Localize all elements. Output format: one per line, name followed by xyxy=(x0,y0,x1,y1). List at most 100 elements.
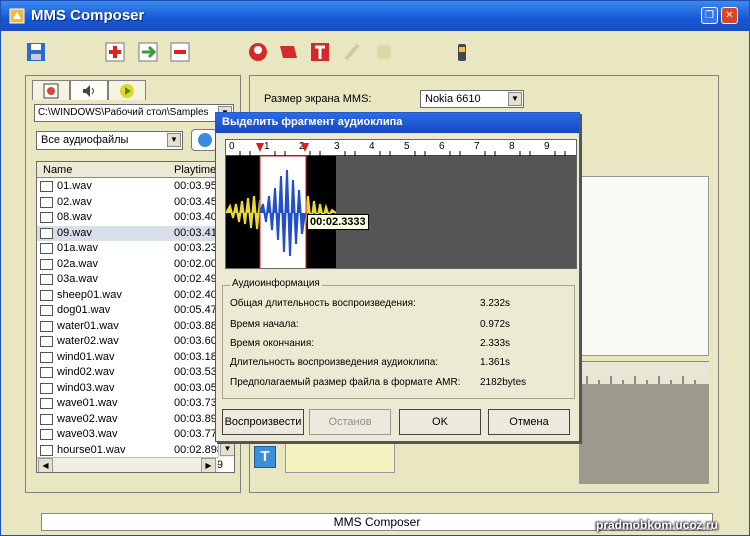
file-name: wave03.wav xyxy=(57,428,118,440)
file-playtime: 00:03.89 xyxy=(174,412,217,425)
wave-file-icon xyxy=(40,351,53,363)
ok-button[interactable]: OK xyxy=(399,409,481,435)
file-row[interactable]: wave03.wav 00:03.77 xyxy=(37,427,218,443)
text-tool-button[interactable]: T xyxy=(254,446,276,468)
info-value-start: 0.972s xyxy=(480,319,511,330)
file-row[interactable]: wind01.wav 00:03.18 xyxy=(37,350,218,366)
file-row[interactable]: 08.wav 00:03.40 xyxy=(37,210,218,226)
tab-audio[interactable] xyxy=(70,80,108,100)
file-playtime: 00:03.05 xyxy=(174,381,217,394)
file-row[interactable]: dog01.wav 00:05.47 xyxy=(37,303,218,319)
text-icon[interactable] xyxy=(309,41,331,63)
file-playtime: 00:03.40 xyxy=(174,211,217,223)
file-playtime: 00:03.88 xyxy=(174,319,217,332)
status-text: MMS Composer xyxy=(333,515,421,529)
file-playtime: 00:03.77 xyxy=(174,428,217,440)
note-icon[interactable] xyxy=(373,41,395,63)
save-icon[interactable] xyxy=(25,41,47,63)
file-playtime: 00:03.18 xyxy=(174,350,217,363)
file-name: wind01.wav xyxy=(57,350,115,363)
phone-icon[interactable] xyxy=(451,41,473,63)
file-playtime: 00:05.47 xyxy=(174,304,217,316)
file-playtime: 00:03.45 xyxy=(174,195,217,208)
browse-button[interactable] xyxy=(191,129,217,151)
remove-slide-icon[interactable] xyxy=(169,41,191,63)
text-slot[interactable] xyxy=(285,441,395,473)
file-name: 01.wav xyxy=(57,180,92,192)
image-tab-icon xyxy=(43,83,59,99)
file-name: 09.wav xyxy=(57,226,92,239)
cancel-button[interactable]: Отмена xyxy=(488,409,570,435)
file-name: wave02.wav xyxy=(57,412,118,425)
column-header-name[interactable]: Name xyxy=(43,164,72,176)
folder-path-text: C:\WINDOWS\Рабочий стол\Samples xyxy=(38,107,209,118)
wave-file-icon xyxy=(40,243,53,254)
file-row[interactable]: 02.wav 00:03.45 xyxy=(37,195,218,211)
file-list: Name Playtime 01.wav 00:03.95 02.wav 00:03.… xyxy=(36,161,235,473)
folder-path[interactable]: C:\WINDOWS\Рабочий стол\Samples ▼ xyxy=(34,104,234,122)
file-row[interactable]: 01.wav 00:03.95 xyxy=(37,179,218,195)
scroll-right-arrow[interactable]: ▶ xyxy=(201,458,216,472)
file-row[interactable]: wind02.wav 00:03.53 xyxy=(37,365,218,381)
file-row[interactable]: 09.wav 00:03.41 xyxy=(37,225,218,241)
info-value-clip-duration: 1.361s xyxy=(480,357,511,368)
scroll-left-arrow[interactable]: ◀ xyxy=(38,458,53,472)
play-button[interactable]: Воспроизвести xyxy=(222,409,304,435)
wave-file-icon xyxy=(40,181,53,192)
image-icon[interactable] xyxy=(247,41,269,63)
file-row[interactable]: hourse01.wav 00:02.898 xyxy=(37,443,223,459)
window-title: MMS Composer xyxy=(31,7,145,24)
wave-file-icon xyxy=(40,289,53,301)
app-icon xyxy=(9,8,25,24)
file-row[interactable]: 01a.wav 00:03.23 xyxy=(37,241,218,257)
filter-dropdown-arrow[interactable]: ▼ xyxy=(167,133,181,147)
file-playtime: 00:03.23 xyxy=(174,242,217,254)
restore-button[interactable]: ❐ xyxy=(701,7,718,24)
file-row[interactable]: 03a.wav 00:02.49 xyxy=(37,272,218,288)
tab-images[interactable] xyxy=(32,80,70,100)
title-bar: MMS Composer ❐ ✕ xyxy=(1,1,749,31)
add-slide-icon[interactable] xyxy=(104,41,126,63)
wave-file-icon xyxy=(40,429,53,440)
file-name: 02a.wav xyxy=(57,257,98,270)
file-row[interactable]: water02.wav 00:03.60 xyxy=(37,334,218,350)
file-row[interactable]: 02a.wav 00:02.00 xyxy=(37,257,218,273)
stop-button[interactable]: Останов xyxy=(309,409,391,435)
info-value-amr-size: 2182bytes xyxy=(480,377,527,388)
next-slide-icon[interactable] xyxy=(137,41,159,63)
file-playtime: 00:03.60 xyxy=(174,335,217,347)
audio-fragment-dialog: Выделить фрагмент аудиоклипа 0 1 2 3 4 5… xyxy=(215,112,580,442)
file-playtime: 00:03.41 xyxy=(174,226,217,239)
file-name: water01.wav xyxy=(57,319,119,332)
file-row[interactable]: wave02.wav 00:03.89 xyxy=(37,412,218,428)
file-list-header: Name Playtime xyxy=(37,162,218,178)
browse-icon xyxy=(198,133,212,147)
close-button[interactable]: ✕ xyxy=(721,7,738,24)
column-header-playtime[interactable]: Playtime xyxy=(174,164,216,176)
audio-icon[interactable] xyxy=(277,41,299,63)
file-name: 01a.wav xyxy=(57,242,98,254)
file-name: wind03.wav xyxy=(57,381,115,394)
file-name: 03a.wav xyxy=(57,273,98,285)
screen-size-select[interactable]: Nokia 6610 ▼ xyxy=(420,90,524,108)
file-type-filter[interactable]: Все аудиофайлы ▼ xyxy=(36,131,183,150)
scroll-down-arrow[interactable]: ▼ xyxy=(220,441,234,456)
tab-video[interactable] xyxy=(108,80,146,100)
horizontal-scrollbar[interactable]: ◀ ▶ xyxy=(37,457,218,472)
wave-file-icon xyxy=(40,382,53,394)
waveform-view[interactable]: 0 1 2 3 4 5 6 7 8 9 00:02.3333 xyxy=(225,139,577,269)
wave-file-icon xyxy=(40,336,53,347)
edit-icon[interactable] xyxy=(341,41,363,63)
screen-size-dropdown-arrow[interactable]: ▼ xyxy=(508,92,522,106)
file-playtime: 00:02.898 xyxy=(174,443,223,456)
file-name: hourse01.wav xyxy=(57,443,126,456)
file-row[interactable]: water01.wav 00:03.88 xyxy=(37,319,218,335)
file-row[interactable]: wave01.wav 00:03.73 xyxy=(37,396,218,412)
info-label-start: Время начала: xyxy=(230,319,299,330)
audio-info-title: Аудиоинформация xyxy=(230,278,322,289)
file-row[interactable]: sheep01.wav 00:02.40 xyxy=(37,288,218,304)
info-label-end: Время окончания: xyxy=(230,338,315,349)
wave-file-icon xyxy=(40,398,53,409)
timeline-ruler xyxy=(579,361,709,384)
file-row[interactable]: wind03.wav 00:03.05 xyxy=(37,381,218,397)
